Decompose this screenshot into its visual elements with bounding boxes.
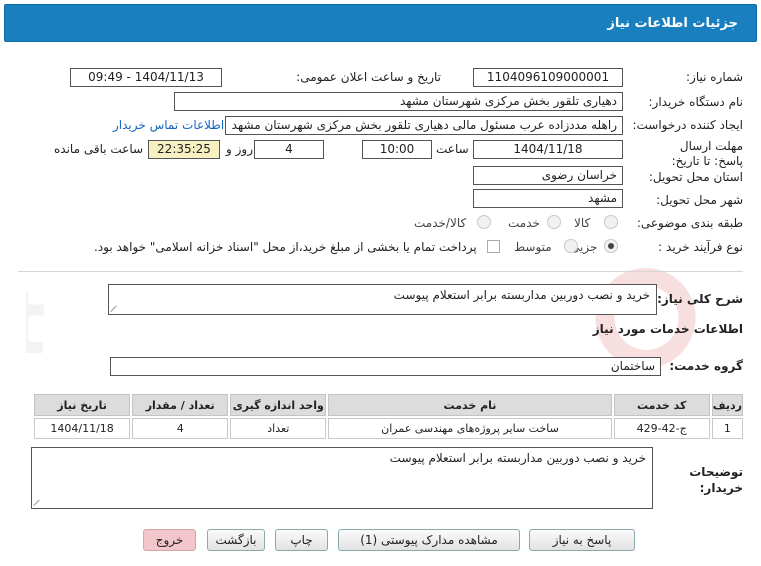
back-button[interactable]: بازگشت bbox=[207, 529, 265, 551]
reply-button[interactable]: پاسخ به نیاز bbox=[529, 529, 635, 551]
watermark-text: AriaTender.net bbox=[26, 271, 46, 374]
cell-code: ج-42-429 bbox=[613, 418, 710, 439]
deadline-time-field: 10:00 bbox=[362, 140, 432, 159]
col-unit: واحد اندازه گیری bbox=[230, 394, 327, 416]
col-qty: تعداد / مقدار bbox=[132, 394, 229, 416]
col-code: کد خدمت bbox=[613, 394, 710, 416]
general-desc-label: شرح کلی نیاز: bbox=[657, 292, 743, 306]
category-option-goods: کالا bbox=[574, 216, 591, 230]
table-row: 1 ج-42-429 ساخت سایر پروژه‌های مهندسی عم… bbox=[34, 418, 743, 439]
general-desc-text: خرید و نصب دوربین مداربسته برابر استعلام… bbox=[393, 288, 650, 302]
buyer-label: نام دستگاه خریدار: bbox=[648, 95, 744, 109]
col-name: نام خدمت bbox=[328, 394, 612, 416]
buyer-contact-link[interactable]: اطلاعات تماس خریدار bbox=[113, 118, 224, 132]
process-radio-medium[interactable] bbox=[564, 239, 578, 253]
service-group-label: گروه خدمت: bbox=[669, 359, 743, 373]
treasury-checkbox[interactable] bbox=[487, 240, 500, 253]
process-radio-minor[interactable] bbox=[604, 239, 618, 253]
cell-row: 1 bbox=[711, 418, 743, 439]
city-field: مشهد bbox=[473, 189, 623, 208]
col-row: ردیف bbox=[711, 394, 743, 416]
need-number-label: شماره نیاز: bbox=[686, 70, 743, 84]
category-radio-goods[interactable] bbox=[604, 215, 618, 229]
table-header-row: ردیف کد خدمت نام خدمت واحد اندازه گیری ت… bbox=[34, 394, 743, 416]
exit-button[interactable]: خروج bbox=[143, 529, 196, 551]
need-number-field: 1104096109000001 bbox=[473, 68, 623, 87]
province-field: خراسان رضوی bbox=[473, 166, 623, 185]
buyer-notes-text: خرید و نصب دوربین مداربسته برابر استعلام… bbox=[389, 451, 646, 465]
deadline-date-field: 1404/11/18 bbox=[473, 140, 623, 159]
resize-grip-icon[interactable] bbox=[111, 304, 119, 312]
creator-label: ایجاد کننده درخواست: bbox=[632, 118, 743, 132]
process-option-medium: متوسط bbox=[514, 240, 552, 254]
resize-grip-icon[interactable] bbox=[34, 498, 42, 506]
category-radio-service[interactable] bbox=[547, 215, 561, 229]
page-header: جزئیات اطلاعات نیاز bbox=[4, 4, 757, 42]
divider bbox=[18, 271, 743, 272]
general-desc-field: خرید و نصب دوربین مداربسته برابر استعلام… bbox=[108, 284, 657, 315]
page-title: جزئیات اطلاعات نیاز bbox=[607, 16, 738, 31]
category-radio-goods-service[interactable] bbox=[477, 215, 491, 229]
buyer-field: دهیاری تلقور بخش مرکزی شهرستان مشهد bbox=[174, 92, 623, 111]
creator-field: راهله مددزاده عرب مسئول مالی دهیاری تلقو… bbox=[225, 116, 623, 135]
attachments-button[interactable]: مشاهده مدارک پیوستی (1) bbox=[338, 529, 520, 551]
days-label: روز و bbox=[226, 142, 253, 156]
cell-qty: 4 bbox=[132, 418, 229, 439]
province-label: استان محل تحویل: bbox=[648, 170, 743, 184]
cell-unit: تعداد bbox=[230, 418, 327, 439]
category-option-goods-service: کالا/خدمت bbox=[414, 216, 467, 230]
treasury-text: پرداخت تمام یا بخشی از مبلغ خرید،از محل … bbox=[94, 240, 477, 254]
buyer-notes-field: خرید و نصب دوربین مداربسته برابر استعلام… bbox=[31, 447, 653, 509]
cell-date: 1404/11/18 bbox=[34, 418, 131, 439]
print-button[interactable]: چاپ bbox=[275, 529, 328, 551]
process-label: نوع فرآیند خرید : bbox=[658, 240, 743, 254]
buyer-notes-label: توضیحات خریدار: bbox=[689, 465, 743, 495]
remaining-label: ساعت باقی مانده bbox=[54, 142, 144, 156]
announce-label: تاریخ و ساعت اعلان عمومی: bbox=[296, 70, 441, 84]
deadline-label: مهلت ارسال پاسخ: تا تاریخ: bbox=[671, 139, 743, 168]
remaining-time-field: 22:35:25 bbox=[148, 140, 220, 159]
category-option-service: خدمت bbox=[508, 216, 540, 230]
services-title: اطلاعات خدمات مورد نیاز bbox=[592, 322, 743, 336]
service-group-field: ساختمان bbox=[110, 357, 661, 376]
cell-name: ساخت سایر پروژه‌های مهندسی عمران bbox=[328, 418, 612, 439]
city-label: شهر محل تحویل: bbox=[656, 193, 743, 207]
announce-field: 1404/11/13 - 09:49 bbox=[70, 68, 222, 87]
deadline-time-label: ساعت bbox=[436, 142, 469, 156]
category-label: طبقه بندی موضوعی: bbox=[636, 216, 743, 230]
col-date: تاریخ نیاز bbox=[34, 394, 131, 416]
days-field: 4 bbox=[254, 140, 324, 159]
services-table: ردیف کد خدمت نام خدمت واحد اندازه گیری ت… bbox=[32, 392, 745, 441]
